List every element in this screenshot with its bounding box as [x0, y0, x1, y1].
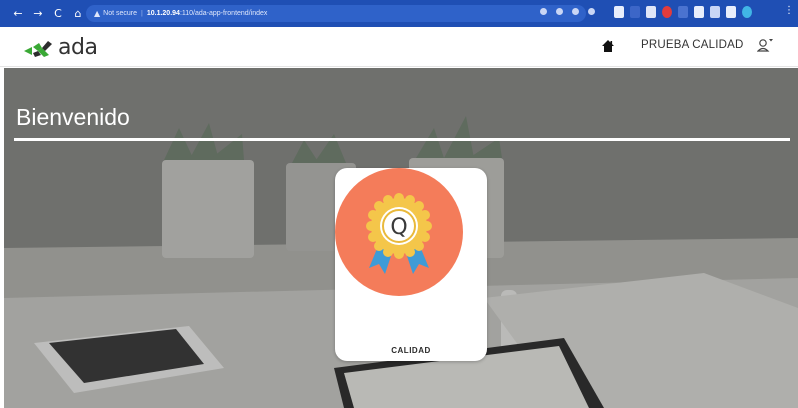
home-browser-icon[interactable]: ⌂ — [70, 6, 86, 22]
key-icon[interactable] — [540, 8, 547, 15]
sidebar-icon[interactable] — [726, 6, 736, 18]
extension-icon[interactable] — [678, 6, 688, 18]
home-icon[interactable] — [602, 39, 614, 53]
address-bar-actions — [540, 8, 595, 15]
logo-text: ada — [58, 35, 98, 60]
module-card-calidad[interactable]: Q CALIDAD — [335, 168, 487, 361]
forward-icon[interactable]: → — [30, 6, 46, 22]
extensions-bar — [614, 6, 752, 18]
zoom-icon[interactable] — [556, 8, 563, 15]
browser-toolbar: ← → C ⌂ ▲ Not secure | 10.1.20.94 :110/a… — [0, 0, 798, 27]
back-icon[interactable]: ← — [10, 6, 26, 22]
security-label: Not secure — [103, 10, 138, 17]
user-name[interactable]: PRUEBA CALIDAD — [641, 39, 744, 51]
extension-icon[interactable] — [630, 6, 640, 18]
ada-logo[interactable]: ada — [22, 35, 98, 60]
bookmark-star-icon[interactable] — [588, 8, 595, 15]
extension-icon[interactable] — [646, 6, 656, 18]
page-title: Bienvenido — [16, 104, 130, 130]
hero-banner: Bienvenido Q CALIDAD — [4, 68, 798, 408]
app-header: ada PRUEBA CALIDAD — [0, 27, 798, 67]
address-host: 10.1.20.94 — [146, 10, 180, 17]
warning-icon: ▲ — [94, 9, 101, 18]
profile-avatar-icon[interactable] — [742, 6, 752, 18]
share-icon[interactable] — [572, 8, 579, 15]
extension-icon[interactable] — [662, 6, 672, 18]
module-label: CALIDAD — [391, 346, 431, 355]
browser-menu-icon[interactable]: ⋮ — [784, 5, 794, 16]
extension-icon[interactable] — [710, 6, 720, 18]
ada-logo-mark — [24, 40, 52, 57]
badge-letter: Q — [390, 215, 407, 240]
address-bar[interactable]: ▲ Not secure | 10.1.20.94 :110/ada-app-f… — [86, 5, 586, 22]
caret-down-icon — [769, 39, 773, 42]
user-icon[interactable] — [757, 37, 773, 55]
puzzle-icon[interactable] — [694, 6, 704, 18]
address-path: :110/ada-app-frontend/index — [179, 10, 268, 17]
extension-icon[interactable] — [614, 6, 624, 18]
title-divider — [14, 138, 790, 141]
address-separator: | — [141, 10, 143, 17]
reload-icon[interactable]: C — [50, 6, 66, 22]
award-badge-icon: Q — [335, 168, 463, 296]
